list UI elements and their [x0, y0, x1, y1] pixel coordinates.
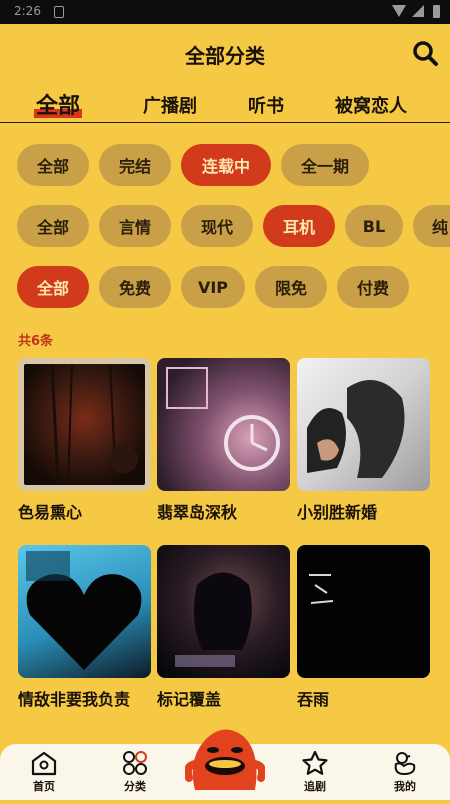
tab-all[interactable]: 全部: [34, 88, 83, 120]
cover-art: [166, 367, 280, 471]
notification-icon: [54, 6, 64, 18]
price-filter-row: 全部 免费 VIP 限免 付费: [0, 266, 450, 312]
drama-title: 标记覆盖: [157, 690, 222, 709]
nav-label: 首页: [33, 780, 55, 793]
drama-title: 色易熏心: [18, 503, 83, 522]
nav-profile[interactable]: 我的: [375, 750, 435, 794]
filter-status-ongoing[interactable]: 连载中: [181, 144, 271, 186]
result-count: 共6条: [18, 334, 54, 349]
nav-category[interactable]: 分类: [105, 750, 165, 794]
filter-genre-romance[interactable]: 言情: [99, 205, 171, 247]
drama-cover[interactable]: [297, 545, 430, 678]
genre-filter-row: 全部 言情 现代 耳机 BL 纯: [0, 205, 450, 251]
header: 全部分类: [0, 24, 450, 82]
drama-card[interactable]: 色易熏心: [18, 358, 151, 523]
drama-cover[interactable]: [18, 358, 151, 491]
drama-cover[interactable]: [157, 545, 290, 678]
tab-audiobook[interactable]: 听书: [248, 92, 284, 118]
status-filter-row: 全部 完结 连载中 全一期: [0, 144, 450, 190]
tab-bedside-lover[interactable]: 被窝恋人: [335, 92, 407, 118]
tab-label: 广播剧: [143, 96, 197, 117]
filter-genre-bl[interactable]: BL: [345, 205, 403, 247]
cover-art: [175, 572, 252, 667]
battery-icon: [433, 5, 440, 18]
cover-art: [26, 551, 142, 670]
filter-price-paid[interactable]: 付费: [337, 266, 409, 308]
filter-genre-modern[interactable]: 现代: [181, 205, 253, 247]
drama-card[interactable]: 小别胜新婚: [297, 358, 430, 523]
star-icon: [302, 750, 328, 775]
filter-price-vip[interactable]: VIP: [181, 266, 245, 308]
filter-price-all[interactable]: 全部: [17, 266, 89, 308]
filter-price-limited-free[interactable]: 限免: [255, 266, 327, 308]
tab-label: 听书: [248, 96, 284, 117]
nav-home[interactable]: 首页: [14, 750, 74, 794]
drama-card[interactable]: 吞雨: [297, 545, 430, 710]
filter-genre-pure[interactable]: 纯: [413, 205, 450, 247]
drama-cover[interactable]: [18, 545, 151, 678]
drama-cover[interactable]: [297, 358, 430, 491]
nav-label: 我的: [394, 780, 416, 793]
signal-icon: [412, 5, 424, 17]
filter-status-all[interactable]: 全部: [17, 144, 89, 186]
page-title: 全部分类: [185, 44, 265, 68]
nav-following[interactable]: 追剧: [285, 750, 345, 794]
drama-title: 小别胜新婚: [297, 503, 378, 522]
mascot-button[interactable]: [183, 718, 267, 800]
mascot-icon: [183, 729, 267, 790]
drama-title: 吞雨: [297, 690, 330, 709]
tab-label: 被窝恋人: [335, 96, 407, 117]
nav-label: 追剧: [304, 780, 326, 793]
drama-card[interactable]: 翡翠岛深秋: [157, 358, 290, 523]
filter-genre-all[interactable]: 全部: [17, 205, 89, 247]
nav-label: 分类: [124, 780, 146, 793]
status-time: 2:26: [14, 4, 41, 18]
filter-price-free[interactable]: 免费: [99, 266, 171, 308]
drama-cover[interactable]: [157, 358, 290, 491]
filter-status-finished[interactable]: 完结: [99, 144, 171, 186]
status-bar: 2:26: [0, 0, 450, 24]
tab-radio-drama[interactable]: 广播剧: [143, 92, 197, 118]
tab-label: 全部: [36, 94, 81, 119]
home-icon: [31, 751, 57, 776]
category-icon: [123, 751, 147, 775]
drama-title: 情敌非要我负责: [18, 690, 131, 709]
cover-art: [307, 380, 405, 478]
profile-icon: [394, 752, 416, 776]
wifi-icon: [392, 5, 406, 17]
drama-card[interactable]: 情敌非要我负责: [18, 545, 151, 710]
search-icon: [413, 41, 438, 66]
filter-genre-headphones[interactable]: 耳机: [263, 205, 335, 247]
category-tabs: 全部 广播剧 听书 被窝恋人: [0, 82, 450, 123]
search-button[interactable]: [410, 38, 440, 68]
cover-art: [309, 574, 334, 604]
drama-title: 翡翠岛深秋: [157, 503, 238, 522]
drama-card[interactable]: 标记覆盖: [157, 545, 290, 710]
filter-status-single-episode[interactable]: 全一期: [281, 144, 369, 186]
cover-art: [50, 364, 138, 485]
